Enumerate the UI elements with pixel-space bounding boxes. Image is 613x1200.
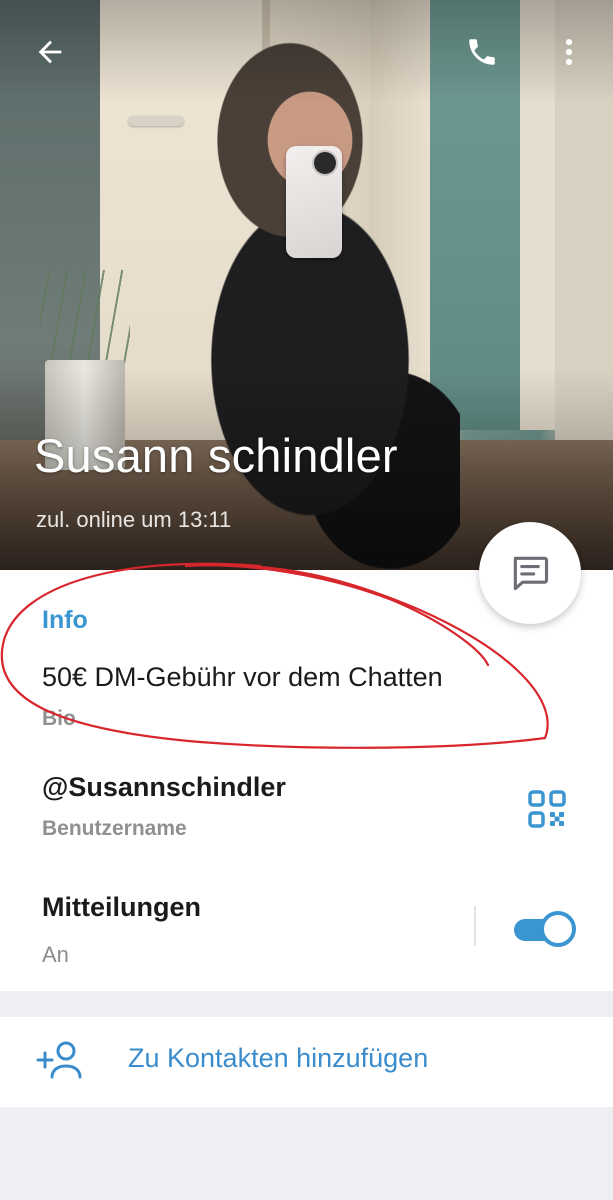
phone-icon[interactable] bbox=[458, 28, 506, 76]
divider bbox=[474, 906, 476, 946]
section-title-info: Info bbox=[42, 606, 88, 634]
qr-code-icon[interactable] bbox=[527, 789, 567, 829]
notifications-toggle[interactable] bbox=[512, 909, 576, 949]
username-label: Benutzername bbox=[42, 817, 187, 840]
more-vertical-icon[interactable] bbox=[545, 28, 593, 76]
photo-shade bbox=[0, 0, 613, 570]
message-icon bbox=[513, 556, 549, 591]
add-contact-label: Zu Kontakten hinzufügen bbox=[128, 1043, 429, 1073]
bio-label: Bio bbox=[42, 707, 76, 730]
notifications-status: An bbox=[42, 942, 69, 967]
arrow-left-icon[interactable] bbox=[26, 28, 74, 76]
profile-photo[interactable] bbox=[0, 0, 613, 570]
username-text[interactable]: @Susannschindler bbox=[42, 772, 286, 803]
bio-text[interactable]: 50€ DM-Gebühr vor dem Chatten bbox=[42, 662, 443, 693]
message-button[interactable] bbox=[479, 522, 581, 624]
add-user-icon[interactable] bbox=[36, 1040, 84, 1080]
toggle-knob bbox=[540, 911, 576, 947]
last-seen-status: zul. online um 13:11 bbox=[36, 507, 232, 532]
notifications-title[interactable]: Mitteilungen bbox=[42, 892, 201, 923]
profile-name: Susann schindler bbox=[34, 429, 398, 482]
